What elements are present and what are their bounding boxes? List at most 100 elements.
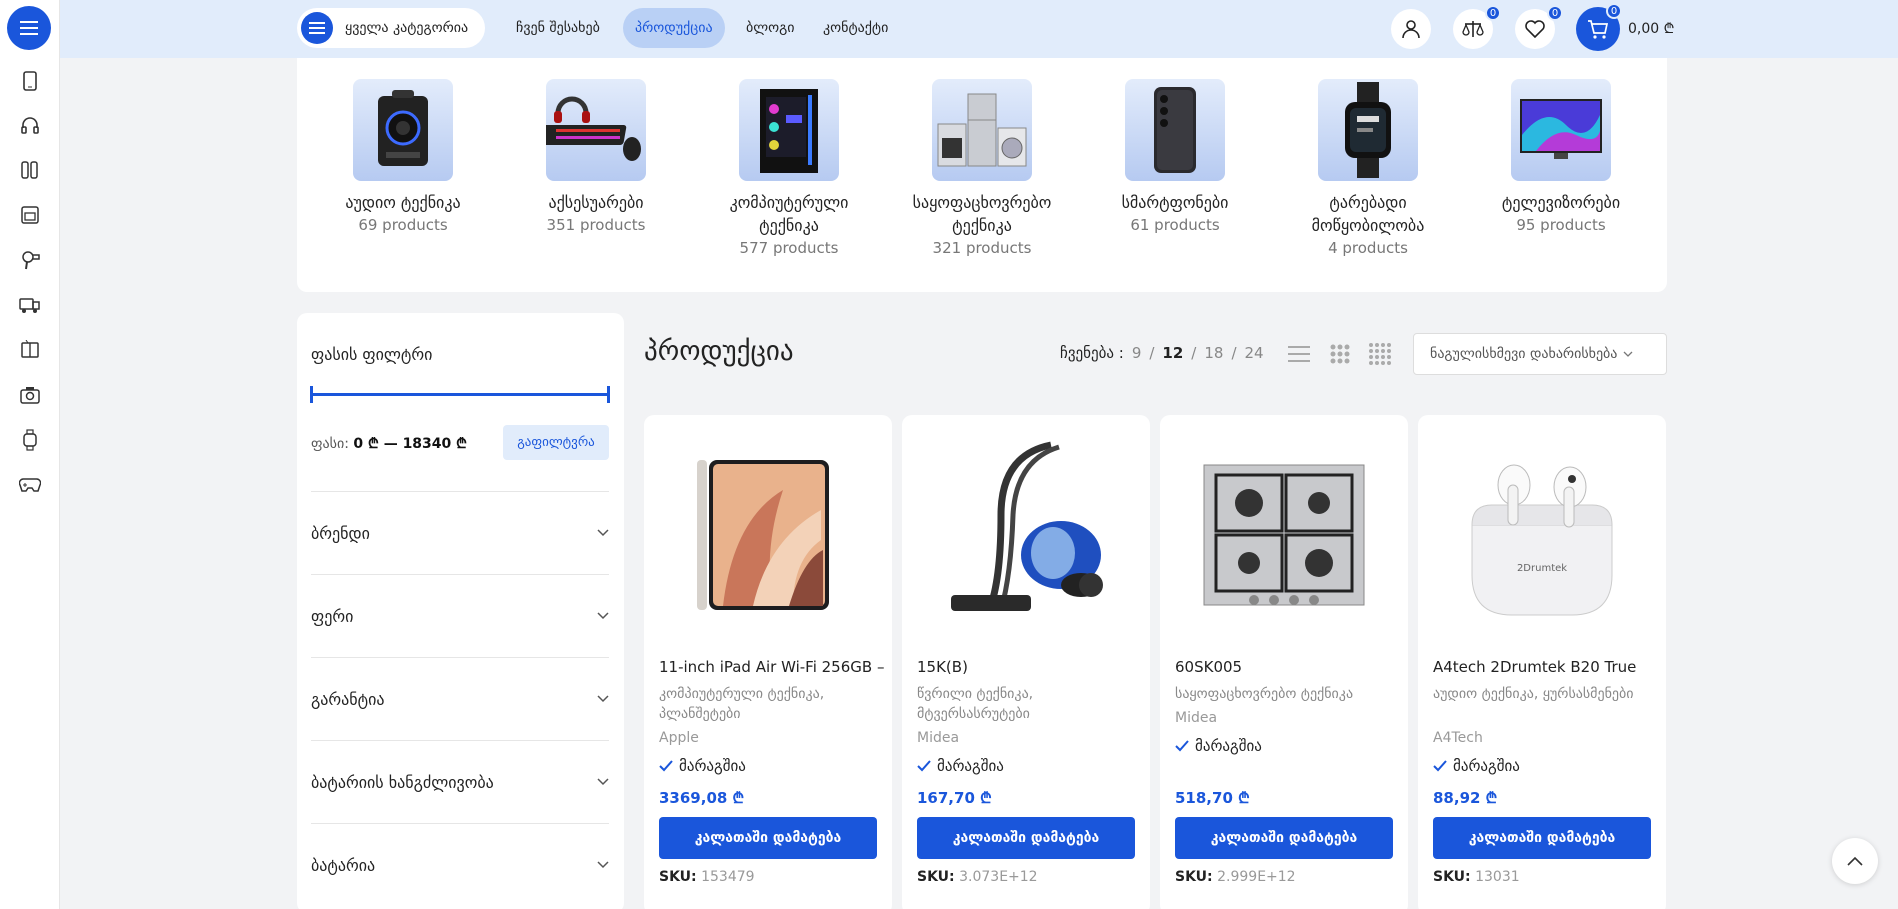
category-card[interactable]: საყოფაცხოვრებო ტექნიკა 321 products xyxy=(892,79,1072,260)
nav-products[interactable]: პროდუქცია xyxy=(623,8,725,48)
grid-4-icon xyxy=(1369,343,1391,365)
heart-icon xyxy=(1525,20,1545,38)
nav-blog[interactable]: ბლოგი xyxy=(734,8,807,48)
price-filter-title: ფასის ფილტრი xyxy=(311,345,433,364)
product-card[interactable]: 15K(B) წვრილი ტექნიკა, მტვერსასრუტები Mi… xyxy=(902,415,1150,909)
rail-menu-button[interactable] xyxy=(7,6,51,50)
gamepad-icon[interactable] xyxy=(18,473,42,497)
sku-value: 3.073E+12 xyxy=(959,869,1038,885)
filter-accordion-battery-life[interactable]: ბატარიის ხანგძლივობა xyxy=(311,740,609,823)
chevron-down-icon xyxy=(597,612,609,620)
sort-select[interactable]: ნაგულისხმევი დახარისხება xyxy=(1413,333,1667,375)
add-to-cart-button[interactable]: კალათაში დამატება xyxy=(659,817,877,859)
price-slider[interactable] xyxy=(310,386,610,403)
pc-case-icon xyxy=(739,79,839,181)
stock-label: მარაგშია xyxy=(1195,737,1262,755)
product-categories[interactable]: საყოფაცხოვრებო ტექნიკა xyxy=(1175,684,1395,704)
separator: / xyxy=(1191,344,1197,362)
product-categories[interactable]: აუდიო ტექნიკა, ყურსასმენები xyxy=(1433,684,1653,704)
check-icon xyxy=(917,760,931,772)
chevron-down-icon xyxy=(1623,351,1633,357)
add-to-cart-button[interactable]: კალათაში დამატება xyxy=(917,817,1135,859)
category-strip: აუდიო ტექნიკა 69 products აქსესუარები 35… xyxy=(297,58,1667,292)
category-card[interactable]: ტარებადი მოწყობილობა 4 products xyxy=(1278,79,1458,260)
cart-icon xyxy=(1588,20,1609,39)
category-card[interactable]: ტელევიზორები 95 products xyxy=(1471,79,1651,237)
category-card[interactable]: აქსესუარები 351 products xyxy=(506,79,686,237)
product-brand[interactable]: Midea xyxy=(917,730,959,746)
list-view-button[interactable] xyxy=(1287,342,1311,366)
product-title[interactable]: 11-inch iPad Air Wi-Fi 256GB – xyxy=(659,658,884,676)
oven-icon[interactable] xyxy=(18,203,42,227)
stock-label: მარაგშია xyxy=(679,757,746,775)
price-range-value: 0 ₾ — 18340 ₾ xyxy=(353,436,467,452)
grid-3-icon xyxy=(1330,344,1350,364)
account-button[interactable] xyxy=(1391,9,1431,49)
product-card[interactable]: 2Drumtek A4tech 2Drumtek B20 True აუდიო … xyxy=(1418,415,1666,909)
category-count: 95 products xyxy=(1516,216,1606,234)
cart-total[interactable]: 0,00 ₾ xyxy=(1628,19,1674,38)
product-categories[interactable]: წვრილი ტექნიკა, მტვერსასრუტები xyxy=(917,684,1137,724)
product-card[interactable]: 60SK005 საყოფაცხოვრებო ტექნიკა Midea მარ… xyxy=(1160,415,1408,909)
nav-contact[interactable]: კონტაქტი xyxy=(811,8,900,48)
category-card[interactable]: სმარტფონები 61 products xyxy=(1085,79,1265,237)
price-slider-max-handle[interactable] xyxy=(607,386,610,403)
smartwatch-icon xyxy=(1318,79,1418,181)
cart-button[interactable]: 0 xyxy=(1576,3,1622,51)
nav-about[interactable]: ჩვენ შესახებ xyxy=(504,8,612,48)
product-title[interactable]: 15K(B) xyxy=(917,658,1142,676)
sku-value: 153479 xyxy=(701,869,755,885)
separator: / xyxy=(1149,344,1155,362)
hair-dryer-icon[interactable] xyxy=(18,248,42,272)
separator: / xyxy=(1231,344,1237,362)
product-brand[interactable]: A4Tech xyxy=(1433,730,1483,746)
product-sku: SKU: 3.073E+12 xyxy=(917,869,1038,885)
watch-icon[interactable] xyxy=(18,428,42,452)
category-card[interactable]: აუდიო ტექნიკა 69 products xyxy=(313,79,493,237)
category-rail xyxy=(0,0,60,909)
kitchen-tools-icon[interactable] xyxy=(18,158,42,182)
headphones-icon[interactable] xyxy=(18,113,42,137)
product-title[interactable]: A4tech 2Drumtek B20 True xyxy=(1433,658,1658,676)
compare-button[interactable]: 0 xyxy=(1453,5,1501,49)
scroll-to-top-button[interactable] xyxy=(1832,838,1878,884)
all-categories-button[interactable]: ყველა კატეგორია xyxy=(297,8,485,48)
product-brand[interactable]: Apple xyxy=(659,730,699,746)
page-title: პროდუქცია xyxy=(644,336,794,367)
grid-3-view-button[interactable] xyxy=(1328,342,1352,366)
add-to-cart-button[interactable]: კალათაში დამატება xyxy=(1433,817,1651,859)
sku-label: SKU: xyxy=(1175,869,1213,885)
category-card[interactable]: კომპიუტერული ტექნიკა 577 products xyxy=(699,79,879,260)
filter-accordion-battery[interactable]: ბატარია xyxy=(311,823,609,906)
camera-icon[interactable] xyxy=(18,383,42,407)
product-card[interactable]: 11-inch iPad Air Wi-Fi 256GB – კომპიუტერ… xyxy=(644,415,892,909)
sku-value: 2.999E+12 xyxy=(1217,869,1296,885)
tablet-icon xyxy=(659,430,877,640)
user-icon xyxy=(1402,20,1420,39)
vacuum-icon xyxy=(917,430,1135,640)
check-icon xyxy=(1433,760,1447,772)
per-page-24[interactable]: 24 xyxy=(1245,344,1264,362)
hamburger-icon xyxy=(301,12,333,44)
per-page-12[interactable]: 12 xyxy=(1162,344,1183,362)
category-count: 4 products xyxy=(1328,239,1408,257)
phone-icon[interactable] xyxy=(18,69,42,93)
vehicle-icon[interactable] xyxy=(18,293,42,317)
filter-accordion-warranty[interactable]: გარანტია xyxy=(311,657,609,740)
fridge-icon[interactable] xyxy=(18,338,42,362)
filter-accordion-color[interactable]: ფერი xyxy=(311,574,609,657)
grid-4-view-button[interactable] xyxy=(1368,342,1392,366)
scales-icon xyxy=(1462,21,1484,37)
all-categories-label: ყველა კატეგორია xyxy=(345,20,469,36)
per-page-9[interactable]: 9 xyxy=(1132,344,1142,362)
product-title[interactable]: 60SK005 xyxy=(1175,658,1400,676)
filter-accordion-brand[interactable]: ბრენდი xyxy=(311,491,609,574)
product-categories[interactable]: კომპიუტერული ტექნიკა, პლანშეტები xyxy=(659,684,879,724)
add-to-cart-button[interactable]: კალათაში დამატება xyxy=(1175,817,1393,859)
product-brand[interactable]: Midea xyxy=(1175,710,1217,726)
apply-filter-button[interactable]: გაფილტვრა xyxy=(503,425,609,460)
price-slider-min-handle[interactable] xyxy=(310,386,313,403)
wishlist-button[interactable]: 0 xyxy=(1515,5,1563,49)
accordion-label: გარანტია xyxy=(311,689,385,709)
per-page-18[interactable]: 18 xyxy=(1204,344,1223,362)
